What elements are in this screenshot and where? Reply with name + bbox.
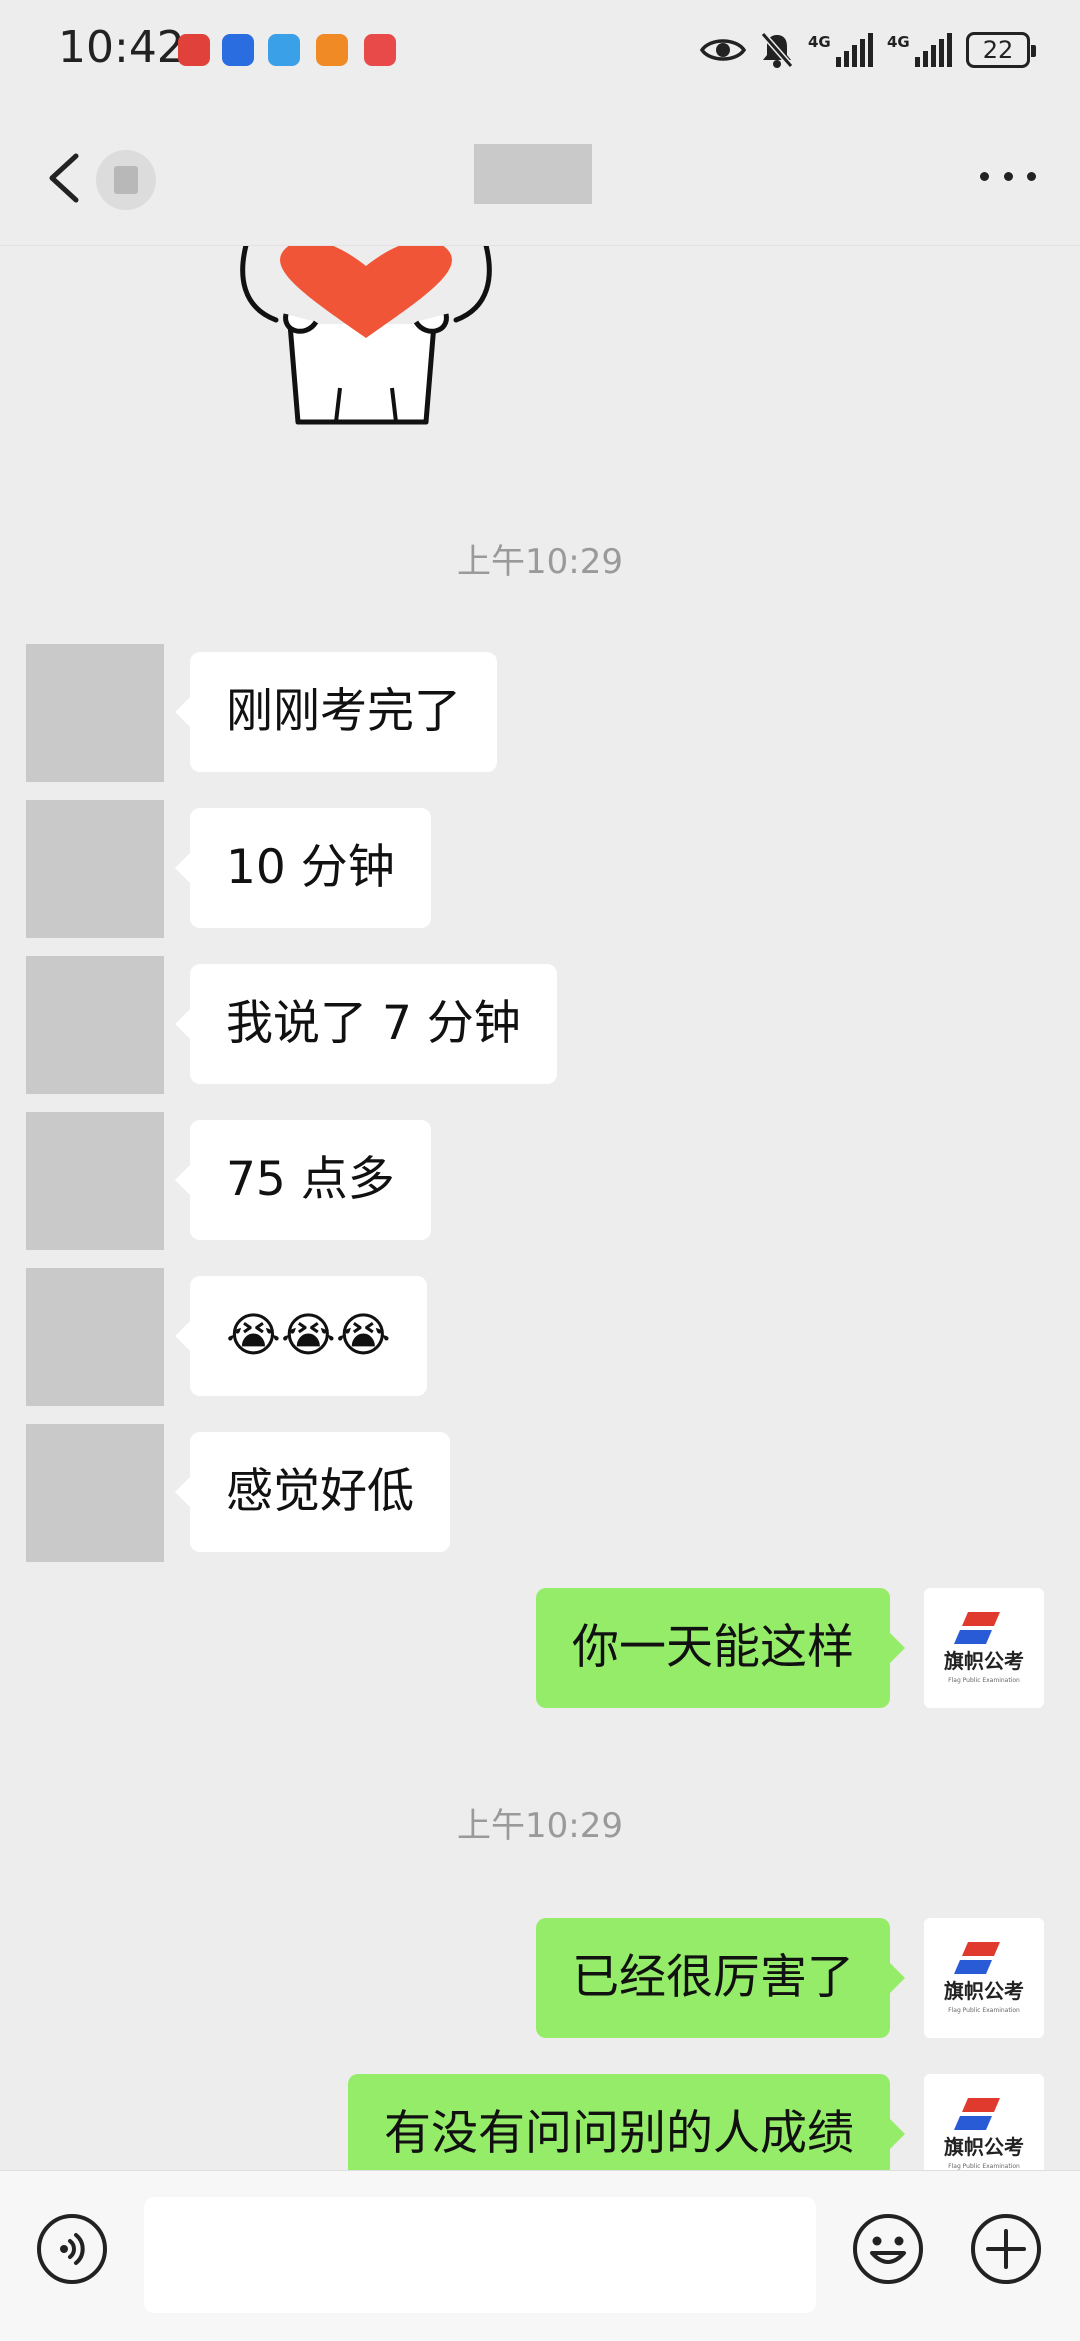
message-input[interactable] bbox=[144, 2197, 816, 2313]
mute-bell-icon bbox=[760, 32, 794, 68]
self-avatar[interactable]: 旗帜公考 Flag Public Examination bbox=[924, 2074, 1044, 2170]
bulb-app-icon bbox=[222, 34, 254, 66]
logo-text: 旗帜公考 bbox=[944, 1979, 1024, 2003]
plus-icon[interactable] bbox=[970, 2213, 1042, 2285]
message-bubble[interactable]: 10 分钟 bbox=[175, 808, 431, 928]
chat-messages[interactable]: 上午10:29 刚刚考完了 10 分钟 我说了 7 分钟 75 点多 😭😭😭 感… bbox=[0, 246, 1080, 2170]
sender-avatar[interactable] bbox=[26, 800, 164, 938]
sender-avatar[interactable] bbox=[26, 1268, 164, 1406]
logo-subtext: Flag Public Examination bbox=[948, 1677, 1020, 1684]
sender-avatar[interactable] bbox=[26, 1424, 164, 1562]
message-bubble[interactable]: 已经很厉害了 bbox=[536, 1918, 905, 2038]
message-bubble[interactable]: 😭😭😭 bbox=[175, 1276, 427, 1396]
network-label-2: 4G bbox=[887, 33, 910, 51]
network-label: 4G bbox=[808, 33, 831, 51]
flag-logo-icon: 旗帜公考 Flag Public Examination bbox=[944, 1612, 1024, 1684]
status-bar: 10:42 4G 4G 22 bbox=[0, 0, 1080, 100]
signal-icon: 4G bbox=[808, 33, 873, 67]
logo-text: 旗帜公考 bbox=[944, 2135, 1024, 2159]
flag-logo-icon: 旗帜公考 Flag Public Examination bbox=[944, 1942, 1024, 2014]
contact-name-redacted bbox=[474, 144, 592, 204]
back-icon[interactable] bbox=[44, 150, 84, 206]
status-indicators: 4G 4G 22 bbox=[700, 28, 1036, 72]
input-bar bbox=[0, 2170, 1080, 2341]
logo-subtext: Flag Public Examination bbox=[948, 2007, 1020, 2014]
sender-avatar[interactable] bbox=[26, 644, 164, 782]
message-bubble[interactable]: 你一天能这样 bbox=[536, 1588, 905, 1708]
sender-avatar[interactable] bbox=[26, 956, 164, 1094]
battery-icon: 22 bbox=[966, 32, 1036, 68]
book-app-icon bbox=[364, 34, 396, 66]
self-avatar[interactable]: 旗帜公考 Flag Public Examination bbox=[924, 1588, 1044, 1708]
message-timestamp: 上午10:29 bbox=[457, 1806, 623, 1846]
message-bubble[interactable]: 有没有问问别的人成绩 bbox=[348, 2074, 905, 2170]
message-bubble[interactable]: 刚刚考完了 bbox=[175, 652, 497, 772]
status-time: 10:42 bbox=[58, 22, 185, 73]
logo-subtext: Flag Public Examination bbox=[948, 2163, 1020, 2170]
chat-header bbox=[0, 110, 1080, 246]
sender-avatar[interactable] bbox=[26, 1112, 164, 1250]
signal-icon-2: 4G bbox=[887, 33, 952, 67]
more-options-icon[interactable] bbox=[980, 166, 1036, 186]
self-avatar[interactable]: 旗帜公考 Flag Public Examination bbox=[924, 1918, 1044, 2038]
contact-avatar[interactable] bbox=[96, 150, 156, 210]
message-bubble[interactable]: 75 点多 bbox=[175, 1120, 431, 1240]
flag-logo-icon: 旗帜公考 Flag Public Examination bbox=[944, 2098, 1024, 2170]
message-bubble[interactable]: 感觉好低 bbox=[175, 1432, 450, 1552]
logo-text: 旗帜公考 bbox=[944, 1649, 1024, 1673]
browser-app-icon bbox=[268, 34, 300, 66]
emoji-icon[interactable] bbox=[852, 2213, 924, 2285]
message-bubble[interactable]: 我说了 7 分钟 bbox=[175, 964, 557, 1084]
message-timestamp: 上午10:29 bbox=[457, 542, 623, 582]
heart-sticker[interactable] bbox=[236, 246, 496, 438]
huawei-app-icon bbox=[178, 34, 210, 66]
video-app-icon bbox=[316, 34, 348, 66]
eye-icon bbox=[700, 39, 746, 61]
voice-input-icon[interactable] bbox=[36, 2213, 108, 2285]
